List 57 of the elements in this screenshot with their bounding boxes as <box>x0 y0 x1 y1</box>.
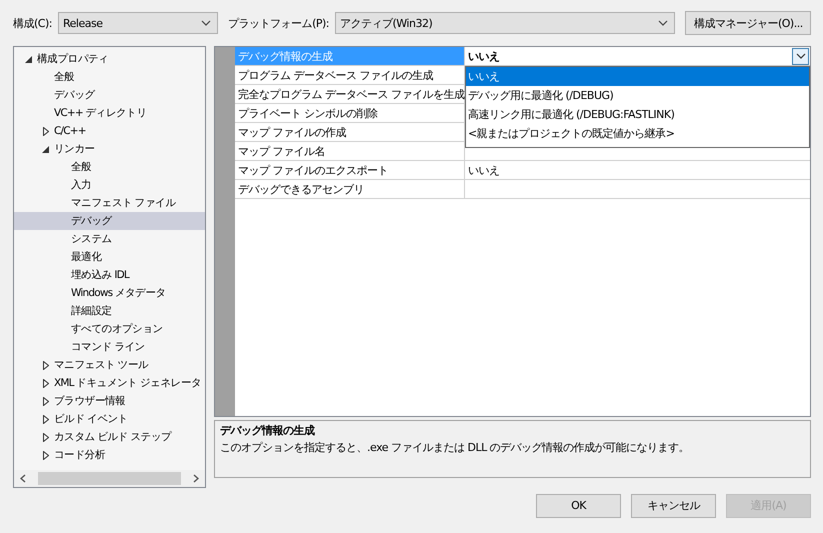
tree-item[interactable]: マニフェスト ツール <box>14 356 205 374</box>
tree-item[interactable]: リンカー <box>14 140 205 158</box>
tree-item[interactable]: 入力 <box>14 176 205 194</box>
scroll-right-icon[interactable] <box>193 474 199 483</box>
tree-item[interactable]: VC++ ディレクトリ <box>14 104 205 122</box>
tree-item[interactable]: デバッグ <box>14 212 205 230</box>
dropdown-option[interactable]: デバッグ用に最適化 (/DEBUG) <box>466 86 809 105</box>
tree-item[interactable]: システム <box>14 230 205 248</box>
config-dropdown[interactable]: Release <box>58 12 218 34</box>
tree-item[interactable]: 全般 <box>14 158 205 176</box>
property-name[interactable]: マップ ファイルのエクスポート <box>235 161 465 179</box>
horizontal-scrollbar[interactable] <box>14 470 205 487</box>
tree-item[interactable]: 埋め込み IDL <box>14 266 205 284</box>
expanded-triangle-icon[interactable] <box>25 56 32 62</box>
chevron-down-icon <box>201 20 212 26</box>
dropdown-button[interactable] <box>792 48 809 64</box>
scrollbar-thumb[interactable] <box>38 472 181 485</box>
dialog-button[interactable]: OK <box>536 494 621 518</box>
dropdown-option[interactable]: いいえ <box>466 67 809 86</box>
collapsed-triangle-icon[interactable] <box>42 126 48 136</box>
configuration-manager-button[interactable]: 構成マネージャー(O)... <box>684 11 812 35</box>
chevron-down-icon <box>796 53 806 59</box>
tree-item[interactable]: Windows メタデータ <box>14 284 205 302</box>
tree-item[interactable]: すべてのオプション <box>14 320 205 338</box>
tree-item[interactable]: ブラウザー情報 <box>14 392 205 410</box>
expanded-triangle-icon[interactable] <box>42 146 49 152</box>
collapsed-triangle-icon[interactable] <box>42 360 48 370</box>
collapsed-triangle-icon[interactable] <box>42 432 48 442</box>
collapsed-triangle-icon[interactable] <box>42 450 48 460</box>
dialog-button[interactable]: キャンセル <box>631 494 716 518</box>
config-label: 構成(C): <box>13 16 52 30</box>
description-text: このオプションを指定すると、.exe ファイルまたは DLL のデバッグ情報の作成が可能になります。 <box>220 440 690 456</box>
tree-item[interactable]: マニフェスト ファイル <box>14 194 205 212</box>
property-name[interactable]: デバッグできるアセンブリ <box>235 180 465 198</box>
description-title: デバッグ情報の生成 <box>220 423 316 438</box>
tree-item[interactable]: デバッグ <box>14 86 205 104</box>
tree-item[interactable]: XML ドキュメント ジェネレータ <box>14 374 205 392</box>
scroll-left-icon[interactable] <box>20 474 26 483</box>
tree-item[interactable]: 詳細設定 <box>14 302 205 320</box>
tree-item[interactable]: 最適化 <box>14 248 205 266</box>
collapsed-triangle-icon[interactable] <box>42 414 48 424</box>
platform-dropdown[interactable]: アクティブ(Win32) <box>335 12 675 34</box>
tree-item[interactable]: C/C++ <box>14 122 205 140</box>
platform-label: プラットフォーム(P): <box>228 16 329 30</box>
tree-item[interactable]: コード分析 <box>14 446 205 464</box>
tree-item[interactable]: カスタム ビルド ステップ <box>14 428 205 446</box>
dropdown-option[interactable]: <親またはプロジェクトの既定値から継承> <box>466 124 809 143</box>
tree-item[interactable]: 全般 <box>14 68 205 86</box>
tree-item[interactable]: 構成プロパティ <box>14 50 205 68</box>
chevron-down-icon <box>658 20 668 26</box>
property-value[interactable]: いいえ <box>465 47 810 65</box>
property-value[interactable]: いいえ <box>465 161 810 179</box>
tree-item[interactable]: コマンド ライン <box>14 338 205 356</box>
tree-item[interactable]: ビルド イベント <box>14 410 205 428</box>
dropdown-option[interactable]: 高速リンク用に最適化 (/DEBUG:FASTLINK) <box>466 105 809 124</box>
collapsed-triangle-icon[interactable] <box>42 378 48 388</box>
collapsed-triangle-icon[interactable] <box>42 396 48 406</box>
